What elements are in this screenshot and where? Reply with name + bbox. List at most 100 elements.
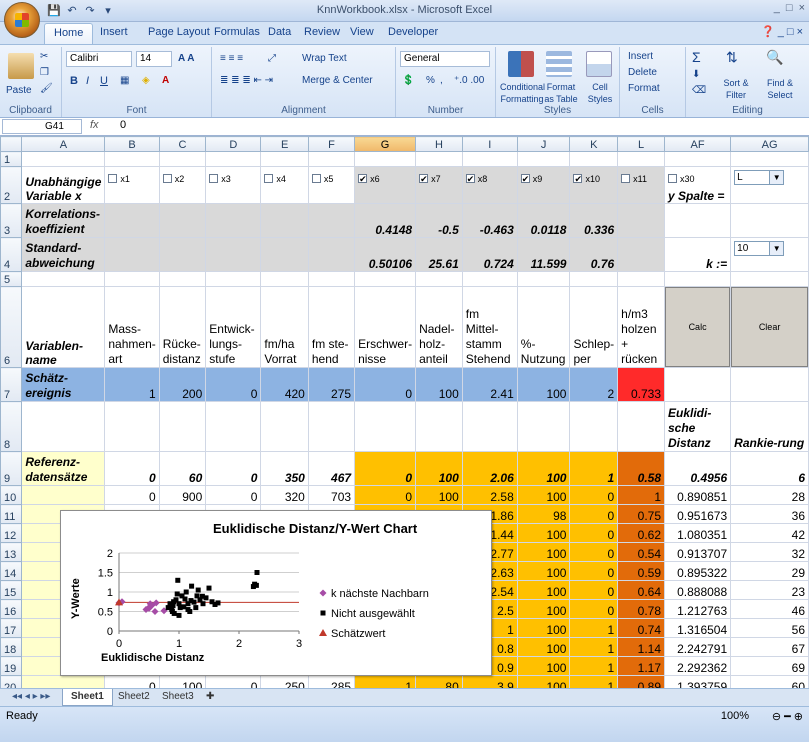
- cell[interactable]: [205, 237, 262, 272]
- reference-value[interactable]: 1.393759: [663, 675, 732, 688]
- stat-value[interactable]: -0.5: [415, 203, 463, 238]
- reference-value[interactable]: 0: [569, 542, 619, 562]
- sort-filter-icon[interactable]: ⇅: [726, 50, 738, 64]
- reference-value[interactable]: 0: [205, 485, 262, 505]
- reference-value[interactable]: 100: [158, 675, 207, 688]
- reference-value[interactable]: 0.74: [617, 618, 665, 638]
- reference-value[interactable]: 0: [354, 451, 417, 486]
- stat-value[interactable]: 0.336: [569, 203, 619, 238]
- row-header[interactable]: 9: [0, 451, 23, 486]
- estimate-value[interactable]: 2: [569, 367, 619, 402]
- cell[interactable]: [461, 401, 518, 452]
- reference-value[interactable]: 100: [516, 523, 571, 543]
- row-header[interactable]: 15: [0, 580, 23, 600]
- reference-value[interactable]: 0.59: [617, 561, 665, 581]
- cell[interactable]: [158, 237, 207, 272]
- stat-value[interactable]: 0.0118: [516, 203, 571, 238]
- reference-value[interactable]: 0.913707: [663, 542, 732, 562]
- cell-styles-button[interactable]: Cell Styles: [584, 81, 616, 105]
- reference-value[interactable]: 0.75: [617, 504, 665, 524]
- tab-review[interactable]: Review: [304, 26, 340, 38]
- column-header[interactable]: AG: [730, 136, 809, 152]
- column-header[interactable]: E: [260, 136, 309, 152]
- reference-value[interactable]: 36: [730, 504, 809, 524]
- reference-value[interactable]: 100: [516, 580, 571, 600]
- align-left-icon[interactable]: ≣ ≣ ≣ ⇤ ⇥: [220, 75, 273, 87]
- reference-value[interactable]: 0.58: [617, 451, 665, 486]
- sheet-nav-icon[interactable]: ◂◂ ◂ ▸ ▸▸: [4, 689, 58, 706]
- cell[interactable]: [104, 203, 160, 238]
- column-header[interactable]: I: [461, 136, 518, 152]
- cell[interactable]: [307, 401, 356, 452]
- column-header[interactable]: K: [569, 136, 619, 152]
- cell[interactable]: [307, 203, 356, 238]
- variable-checkbox[interactable]: ✔ x6: [354, 166, 417, 204]
- reference-value[interactable]: 100: [516, 561, 571, 581]
- estimate-value[interactable]: 200: [158, 367, 207, 402]
- row-header[interactable]: 7: [0, 367, 23, 402]
- y-column-dropdown[interactable]: L: [734, 170, 785, 186]
- cell[interactable]: [516, 401, 571, 452]
- copy-icon[interactable]: ❐: [40, 67, 49, 79]
- cell[interactable]: [617, 237, 665, 272]
- cell[interactable]: [663, 203, 732, 238]
- column-header[interactable]: H: [415, 136, 463, 152]
- reference-value[interactable]: 0.62: [617, 523, 665, 543]
- fill-color-icon[interactable]: ◈: [142, 75, 150, 87]
- reference-value[interactable]: 0: [569, 561, 619, 581]
- checkbox-icon[interactable]: [264, 174, 274, 184]
- currency-icon[interactable]: 💲: [402, 75, 414, 87]
- align-top-icon[interactable]: ≡ ≡ ≡: [220, 53, 243, 65]
- column-title[interactable]: %-Nutzung: [516, 286, 571, 368]
- checkbox-icon[interactable]: ✔: [573, 174, 583, 184]
- reference-value[interactable]: 0: [354, 485, 417, 505]
- format-cells-button[interactable]: Format: [628, 83, 660, 95]
- reference-value[interactable]: 1: [617, 485, 665, 505]
- reference-value[interactable]: 350: [260, 451, 309, 486]
- find-select-button[interactable]: Find & Select: [760, 77, 800, 101]
- estimate-value[interactable]: 275: [307, 367, 356, 402]
- reference-value[interactable]: 1.17: [617, 656, 665, 676]
- column-title[interactable]: fm ste-hend: [307, 286, 356, 368]
- reference-value[interactable]: 6: [730, 451, 809, 486]
- fill-icon[interactable]: ⬇: [692, 69, 700, 81]
- ranking-header[interactable]: Rankie-rung: [730, 401, 809, 452]
- decimal-icon[interactable]: ⁺.0 .00: [454, 75, 484, 87]
- k-label[interactable]: k :=: [663, 237, 732, 272]
- cell[interactable]: [307, 237, 356, 272]
- reference-value[interactable]: 0: [569, 523, 619, 543]
- reference-value[interactable]: 1.080351: [663, 523, 732, 543]
- reference-value[interactable]: 1.14: [617, 637, 665, 657]
- column-header[interactable]: B: [104, 136, 160, 152]
- orientation-icon[interactable]: ⤢: [268, 53, 276, 65]
- reference-value[interactable]: 46: [730, 599, 809, 619]
- format-painter-icon[interactable]: 🖌: [40, 83, 53, 95]
- cell-styles-icon[interactable]: [586, 51, 612, 77]
- checkbox-icon[interactable]: [668, 174, 677, 184]
- tab-formulas[interactable]: Formulas: [214, 26, 260, 38]
- row-header[interactable]: 17: [0, 618, 23, 638]
- reference-value[interactable]: 28: [730, 485, 809, 505]
- row-header[interactable]: 11: [0, 504, 23, 524]
- checkbox-icon[interactable]: [108, 174, 118, 184]
- reference-value[interactable]: 29: [730, 561, 809, 581]
- row-header[interactable]: 8: [0, 401, 23, 452]
- reference-value[interactable]: 250: [260, 675, 309, 688]
- row-header[interactable]: 19: [0, 656, 23, 676]
- estimate-value[interactable]: 1: [104, 367, 160, 402]
- column-title[interactable]: fm/ha Vorrat: [260, 286, 309, 368]
- tab-developer[interactable]: Developer: [388, 26, 438, 38]
- reference-value[interactable]: 67: [730, 637, 809, 657]
- reference-value[interactable]: 0.54: [617, 542, 665, 562]
- row-header[interactable]: 18: [0, 637, 23, 657]
- column-title[interactable]: h/m3 holzen + rücken: [617, 286, 665, 368]
- cell[interactable]: [415, 401, 463, 452]
- cell[interactable]: [730, 367, 809, 402]
- row-header[interactable]: 4: [0, 237, 23, 272]
- reference-value[interactable]: 0.888088: [663, 580, 732, 600]
- reference-value[interactable]: 1: [569, 675, 619, 688]
- reference-value[interactable]: 0: [104, 451, 160, 486]
- tab-page-layout[interactable]: Page Layout: [148, 26, 210, 38]
- reference-value[interactable]: 98: [516, 504, 571, 524]
- format-as-table-button[interactable]: Format as Table: [542, 81, 580, 105]
